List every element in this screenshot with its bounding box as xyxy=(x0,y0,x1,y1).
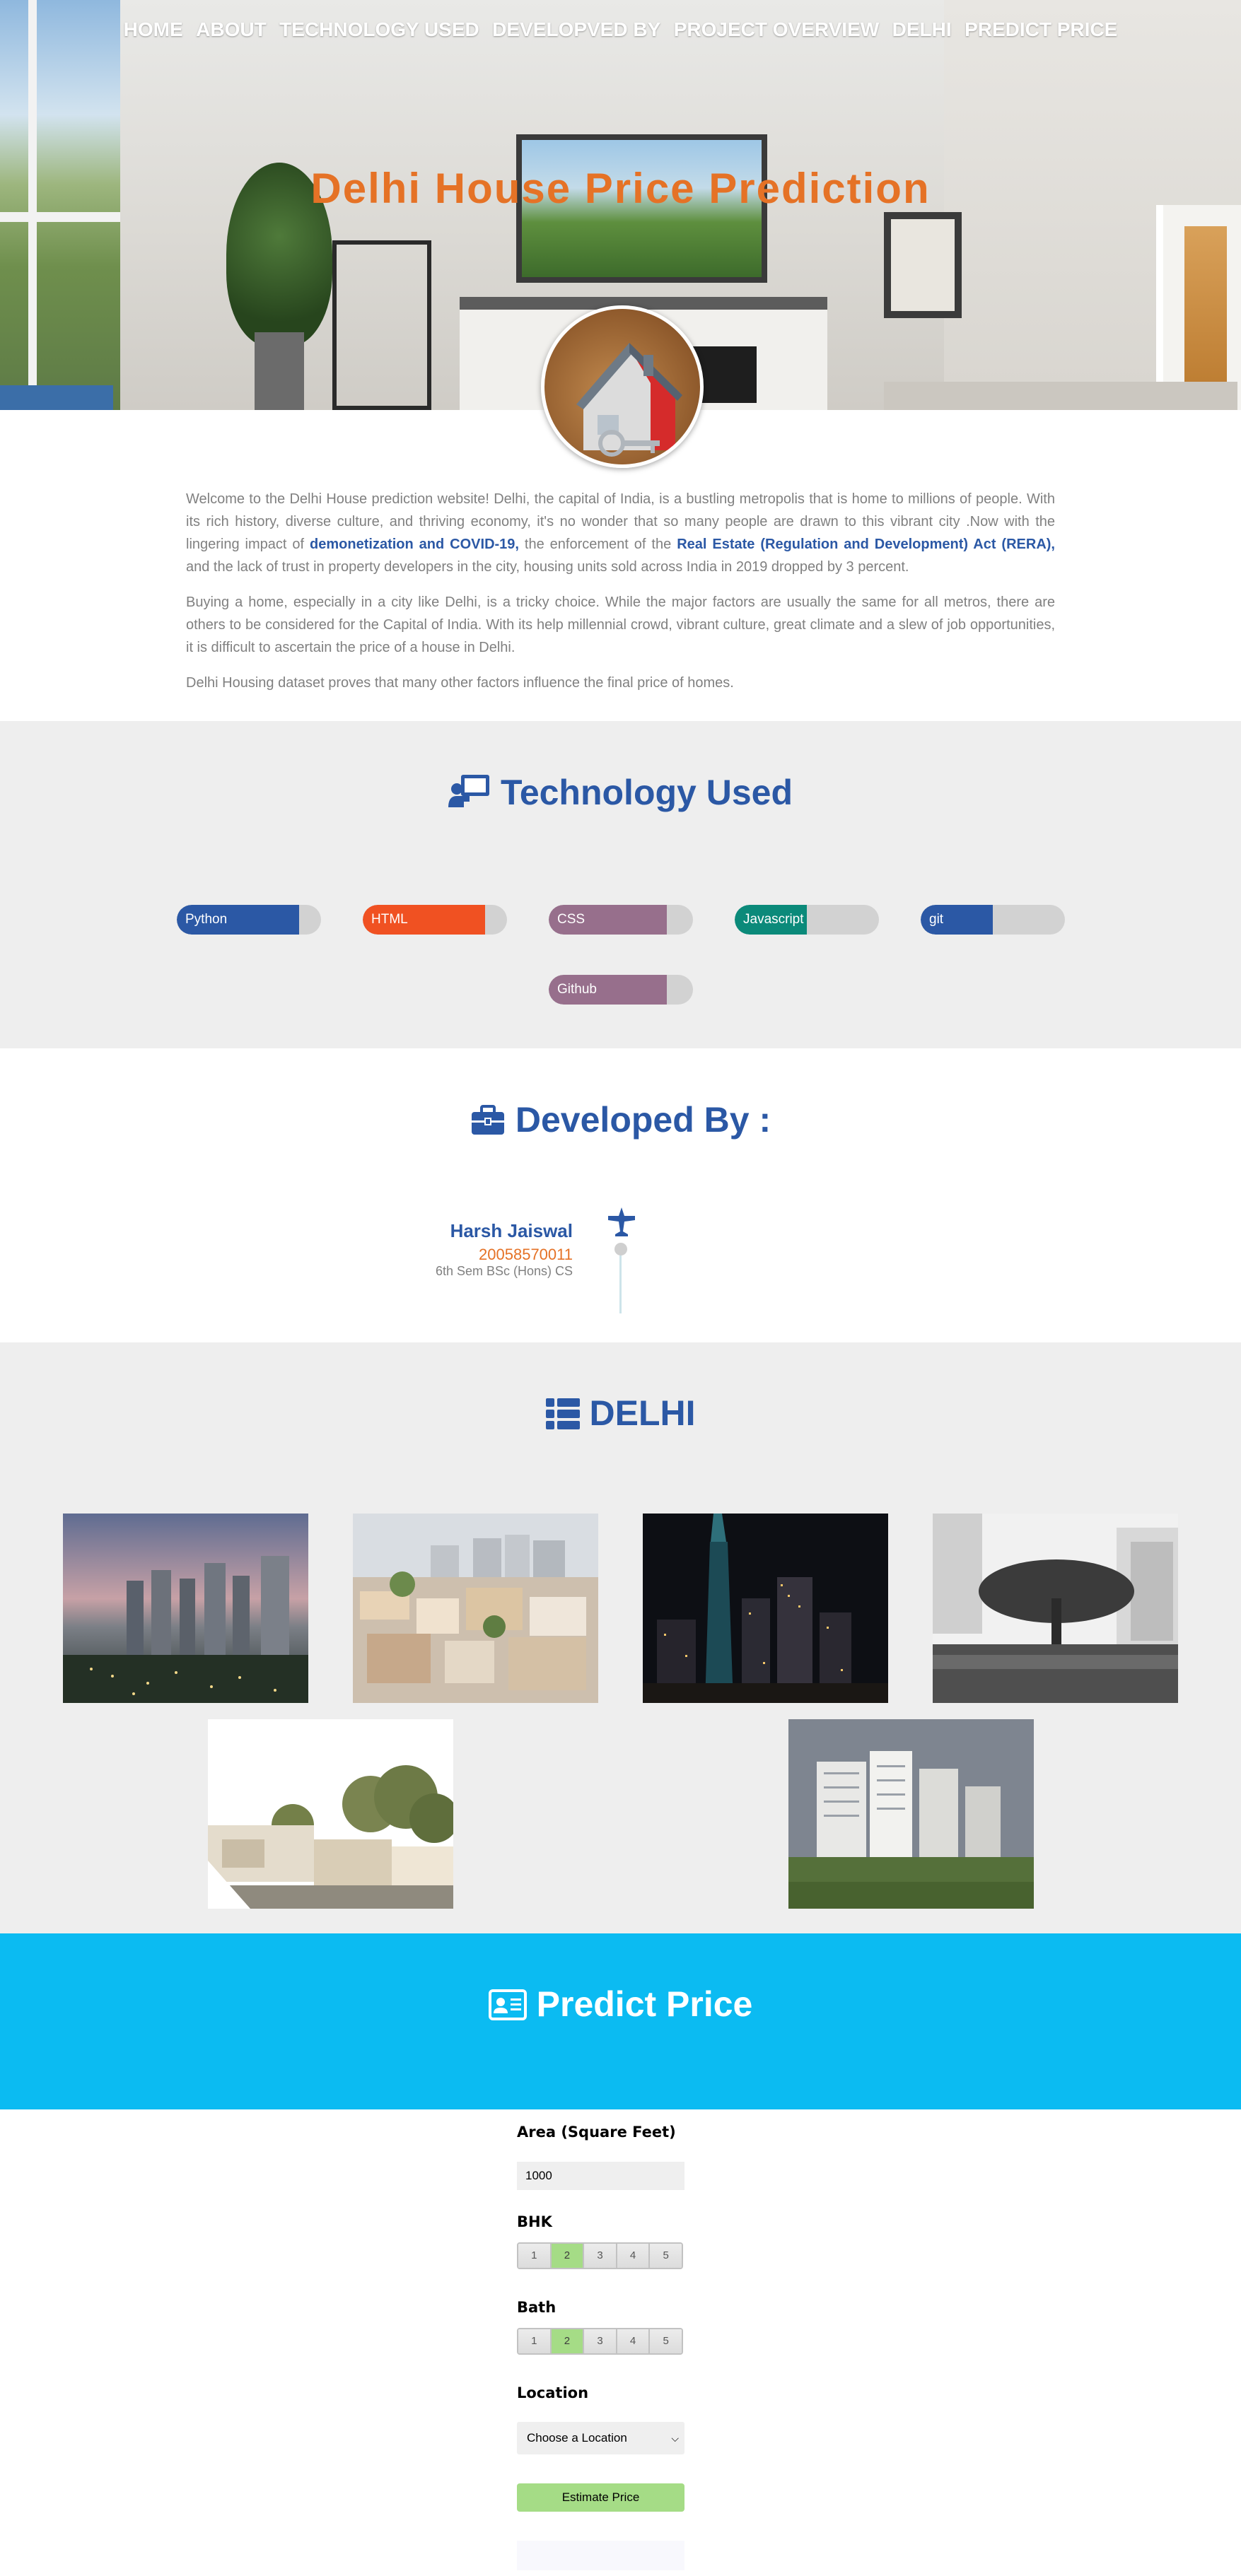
about-paragraph: Buying a home, especially in a city like… xyxy=(186,595,1055,655)
skill-bar-git: git xyxy=(921,905,1065,935)
delhi-photo-trees-houses xyxy=(208,1719,453,1909)
bath-option-selected[interactable]: 2 xyxy=(551,2329,585,2353)
bhk-option[interactable]: 3 xyxy=(584,2244,617,2268)
sofa xyxy=(884,382,1237,410)
location-select-value: Choose a Location xyxy=(527,2431,627,2445)
shelf xyxy=(332,240,431,410)
nav-technology[interactable]: TECHNOLOGY USED xyxy=(279,18,479,41)
skill-label: git xyxy=(929,912,944,927)
wall-picture xyxy=(884,212,962,318)
top-nav: HOME ABOUT TECHNOLOGY USED DEVELOPVED BY… xyxy=(0,18,1241,41)
about-paragraph: Delhi Housing dataset proves that many o… xyxy=(186,675,734,691)
delhi-photo-city-dusk xyxy=(63,1514,308,1703)
bath-selector: 1 2 3 4 5 xyxy=(517,2328,683,2355)
location-label: Location xyxy=(517,2384,589,2401)
nav-home[interactable]: HOME xyxy=(124,18,183,41)
bhk-option-selected[interactable]: 2 xyxy=(551,2244,585,2268)
skill-bar-github: Github xyxy=(549,975,693,1005)
skill-bar-javascript: Javascript xyxy=(735,905,879,935)
skill-bar-python: Python xyxy=(177,905,321,935)
skill-label: Python xyxy=(185,912,228,927)
delhi-photo-night-towers xyxy=(643,1514,888,1703)
skill-label: CSS xyxy=(557,912,585,927)
briefcase-icon xyxy=(471,1105,504,1135)
nav-predict-price[interactable]: PREDICT PRICE xyxy=(965,18,1117,41)
bath-option[interactable]: 5 xyxy=(650,2329,682,2353)
house-key-avatar xyxy=(541,305,704,468)
delhi-photo-tree-lake xyxy=(933,1514,1178,1703)
presentation-icon xyxy=(448,775,489,807)
bhk-option[interactable]: 1 xyxy=(518,2244,552,2268)
technology-heading: Technology Used xyxy=(0,772,1241,813)
predict-heading: Predict Price xyxy=(0,1984,1241,2025)
developer-course: 6th Sem BSc (Hons) CS xyxy=(435,1264,573,1278)
area-label: Area (Square Feet) xyxy=(517,2124,676,2141)
skill-label: Javascript xyxy=(743,912,804,927)
bhk-selector: 1 2 3 4 5 xyxy=(517,2242,683,2269)
nav-developed-by[interactable]: DEVELOPVED BY xyxy=(492,18,660,41)
timeline-line xyxy=(619,1255,622,1313)
timeline-dot xyxy=(614,1243,627,1255)
skill-label: Github xyxy=(557,982,597,997)
chevron-down-icon: ⌵ xyxy=(671,2432,679,2444)
cushion xyxy=(0,385,113,410)
skill-label: HTML xyxy=(371,912,408,927)
skill-bar-css: CSS xyxy=(549,905,693,935)
nav-delhi[interactable]: DELHI xyxy=(892,18,952,41)
about-section: Welcome to the Delhi House prediction we… xyxy=(186,488,1055,707)
bath-label: Bath xyxy=(517,2299,557,2316)
delhi-heading: DELHI xyxy=(0,1393,1241,1434)
plane-icon xyxy=(608,1207,635,1236)
location-select[interactable]: Choose a Location ⌵ xyxy=(517,2422,684,2454)
nav-project-overview[interactable]: PROJECT OVERVIEW xyxy=(674,18,879,41)
window-frame xyxy=(0,212,120,222)
id-card-icon xyxy=(488,1989,527,2020)
bhk-label: BHK xyxy=(517,2213,552,2230)
highlight-demonetization: demonetization and COVID-19, xyxy=(310,537,519,552)
bhk-option[interactable]: 4 xyxy=(617,2244,651,2268)
bath-option[interactable]: 4 xyxy=(617,2329,651,2353)
page-title: Delhi House Price Prediction xyxy=(310,165,931,212)
bath-option[interactable]: 1 xyxy=(518,2329,552,2353)
developer-id: 20058570011 xyxy=(479,1246,573,1263)
skill-bar-html: HTML xyxy=(363,905,507,935)
bhk-option[interactable]: 5 xyxy=(650,2244,682,2268)
bath-option[interactable]: 3 xyxy=(584,2329,617,2353)
list-icon xyxy=(545,1398,580,1429)
highlight-rera: Real Estate (Regulation and Development)… xyxy=(677,537,1055,552)
delhi-photo-apartments xyxy=(788,1719,1034,1909)
delhi-photo-rooftops xyxy=(353,1514,598,1703)
plant-pot xyxy=(255,332,304,410)
developed-by-heading: Developed By : xyxy=(0,1099,1241,1140)
area-input[interactable] xyxy=(517,2162,684,2190)
estimate-price-button[interactable]: Estimate Price xyxy=(517,2483,684,2512)
developer-name: Harsh Jaiswal xyxy=(450,1220,573,1241)
nav-about[interactable]: ABOUT xyxy=(196,18,267,41)
about-paragraph: Welcome to the Delhi House prediction we… xyxy=(186,491,1055,575)
estimate-result xyxy=(517,2541,684,2570)
